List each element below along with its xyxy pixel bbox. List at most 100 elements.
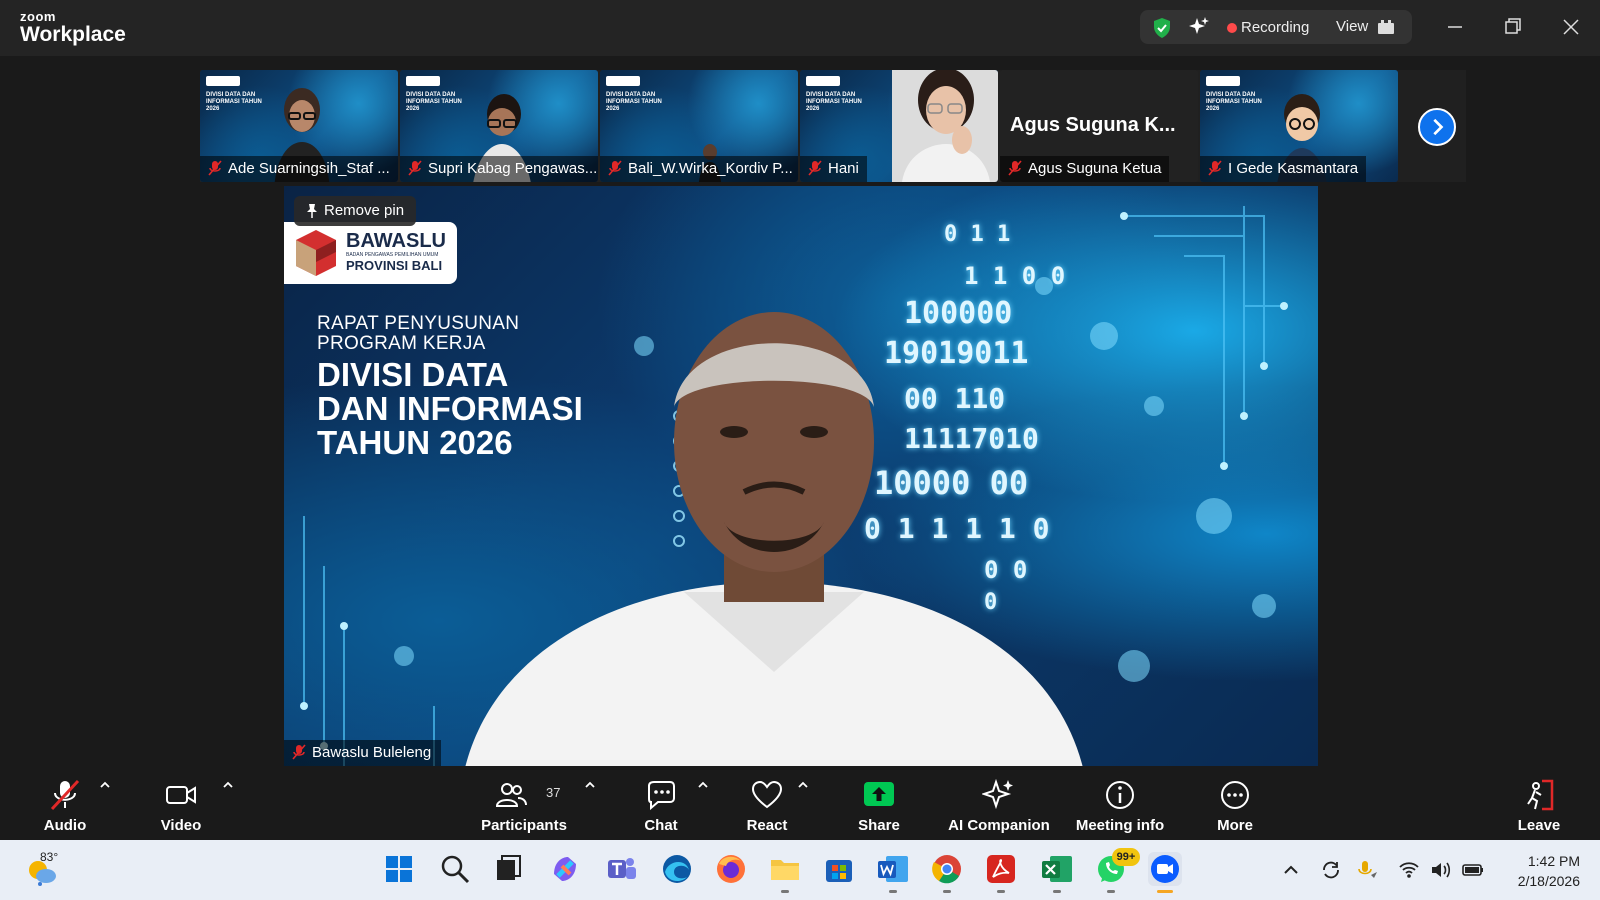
- windows-start-icon[interactable]: [382, 852, 416, 886]
- mini-slide: DIVISI DATA DAN INFORMASI TAHUN 2026: [206, 76, 266, 113]
- participant-thumbnail[interactable]: DIVISI DATA DAN INFORMASI TAHUN 2026 I G…: [1200, 70, 1398, 182]
- leave-button[interactable]: Leave: [1504, 768, 1574, 840]
- microsoft-store-icon[interactable]: [822, 852, 856, 886]
- react-button[interactable]: React: [732, 768, 802, 840]
- participant-name-label: Hani: [800, 156, 867, 182]
- zoom-workplace-logo: zoom Workplace: [20, 10, 126, 45]
- more-button[interactable]: More: [1200, 768, 1270, 840]
- video-options-chevron-icon[interactable]: [222, 780, 234, 790]
- participant-thumbnail-strip: DIVISI DATA DAN INFORMASI TAHUN 2026 Ade…: [200, 70, 1466, 182]
- mini-slide: DIVISI DATA DAN INFORMASI TAHUN 2026: [606, 76, 666, 113]
- gallery-view-icon[interactable]: [1378, 20, 1394, 34]
- battery-icon[interactable]: [1462, 860, 1484, 880]
- participant-name-label: Bali_W.Wirka_Kordiv P...: [600, 156, 798, 182]
- show-hidden-icons-chevron-icon[interactable]: [1280, 860, 1302, 880]
- volume-icon[interactable]: [1430, 860, 1452, 880]
- participant-name-label: Supri Kabag Pengawas...: [400, 156, 598, 182]
- edge-browser-icon[interactable]: [660, 852, 694, 886]
- zoom-icon: [1151, 855, 1179, 883]
- acrobat-app[interactable]: [984, 852, 1018, 893]
- participant-name-label: Ade Suarningsih_Staf ...: [200, 156, 398, 182]
- title-bar: zoom Workplace Recording View: [0, 0, 1600, 56]
- participant-name: Agus Suguna Ketua: [1028, 160, 1162, 177]
- participant-thumbnail[interactable]: Agus Suguna K... Agus Suguna Ketua: [1000, 70, 1198, 182]
- windows-taskbar: 83° 99+ 1:42 PM 2/18/2026: [0, 840, 1600, 900]
- system-clock[interactable]: 1:42 PM 2/18/2026: [1490, 851, 1580, 891]
- participant-thumbnail[interactable]: DIVISI DATA DAN INFORMASI TAHUN 2026 Bal…: [600, 70, 798, 182]
- participant-name: I Gede Kasmantara: [1228, 160, 1359, 177]
- running-indicator: [943, 890, 951, 893]
- ai-sparkle-icon[interactable]: [1188, 16, 1210, 38]
- muted-mic-icon: [1008, 160, 1022, 176]
- remove-pin-button[interactable]: Remove pin: [294, 196, 417, 226]
- brand-large: Workplace: [20, 23, 126, 46]
- react-label: React: [746, 817, 788, 834]
- pinned-video[interactable]: 0 1 1 1 1 0 0 100000 19019011 00 110 111…: [284, 186, 1318, 766]
- clock-time: 1:42 PM: [1527, 853, 1580, 869]
- audio-button[interactable]: Audio: [30, 768, 100, 840]
- muted-mic-icon: [808, 160, 822, 176]
- zoom-app[interactable]: [1148, 852, 1182, 893]
- pinned-participant-label: Bawaslu Buleleng: [284, 740, 442, 766]
- participant-thumbnail[interactable]: DIVISI DATA DAN INFORMASI TAHUN 2026 Han…: [800, 70, 998, 182]
- whatsapp-app[interactable]: 99+: [1094, 848, 1140, 893]
- teams-icon[interactable]: [604, 852, 638, 886]
- share-button[interactable]: Share: [844, 768, 914, 840]
- meeting-info-button[interactable]: Meeting info: [1070, 768, 1170, 840]
- next-page-icon[interactable]: [1418, 108, 1456, 146]
- participant-name-label: Agus Suguna Ketua: [1000, 156, 1170, 182]
- chat-icon: [648, 781, 675, 811]
- running-indicator: [781, 890, 789, 893]
- copilot-icon[interactable]: [548, 852, 582, 886]
- bawaslu-emblem-icon: [296, 230, 336, 276]
- participants-options-chevron-icon[interactable]: [584, 780, 596, 790]
- audio-options-chevron-icon[interactable]: [99, 780, 111, 790]
- word-app[interactable]: [876, 852, 910, 893]
- logo-title: BAWASLU: [346, 230, 446, 252]
- more-options-icon: [1221, 781, 1249, 809]
- participants-icon: [495, 783, 527, 807]
- excel-app[interactable]: [1040, 852, 1074, 893]
- recording-label[interactable]: Recording: [1241, 19, 1309, 36]
- chrome-app[interactable]: [930, 852, 964, 893]
- view-button[interactable]: View: [1336, 18, 1368, 35]
- recording-dot-icon: [1227, 23, 1237, 33]
- task-view-icon[interactable]: [492, 852, 526, 886]
- notification-badge: 99+: [1112, 848, 1140, 866]
- firefox-icon[interactable]: [714, 852, 748, 886]
- sync-icon[interactable]: [1320, 860, 1342, 880]
- file-explorer-app[interactable]: [768, 852, 802, 893]
- participant-name: Bali_W.Wirka_Kordiv P...: [628, 160, 793, 177]
- participant-name-label: I Gede Kasmantara: [1200, 156, 1367, 182]
- chat-options-chevron-icon[interactable]: [697, 780, 709, 790]
- ai-companion-button[interactable]: AI Companion: [944, 768, 1054, 840]
- search-icon[interactable]: [438, 852, 472, 886]
- acrobat-icon: [987, 855, 1015, 883]
- video-button[interactable]: Video: [146, 768, 216, 840]
- excel-icon: [1042, 856, 1072, 882]
- mini-slide: DIVISI DATA DAN INFORMASI TAHUN 2026: [1206, 76, 1266, 113]
- participant-thumbnail[interactable]: DIVISI DATA DAN INFORMASI TAHUN 2026 Sup…: [400, 70, 598, 182]
- wifi-icon[interactable]: [1398, 860, 1420, 880]
- mini-logo: [806, 76, 840, 86]
- security-shield-icon[interactable]: [1152, 17, 1172, 39]
- mini-slide: DIVISI DATA DAN INFORMASI TAHUN 2026: [406, 76, 466, 113]
- chat-label: Chat: [644, 817, 678, 834]
- weather-temperature: 83°: [40, 850, 59, 864]
- pin-icon: [307, 204, 317, 218]
- participant-thumbnail[interactable]: DIVISI DATA DAN INFORMASI TAHUN 2026 Ade…: [200, 70, 398, 182]
- share-screen-icon: [864, 782, 894, 806]
- audio-label: Audio: [43, 817, 87, 834]
- chat-button[interactable]: Chat: [626, 768, 696, 840]
- react-options-chevron-icon[interactable]: [797, 780, 809, 790]
- close-icon[interactable]: [1556, 12, 1586, 42]
- minimize-icon[interactable]: [1440, 12, 1470, 42]
- mini-slide-text: DIVISI DATA DAN INFORMASI TAHUN 2026: [406, 92, 462, 112]
- muted-mic-icon: [608, 160, 622, 176]
- muted-mic-icon: [292, 744, 306, 760]
- microphone-in-use-icon[interactable]: [1356, 860, 1378, 880]
- restore-window-icon[interactable]: [1498, 12, 1528, 42]
- meeting-controls-bar: Audio Video 37 Participants Chat React S…: [0, 768, 1600, 840]
- participants-button[interactable]: 37 Participants: [478, 768, 570, 840]
- more-label: More: [1217, 817, 1253, 834]
